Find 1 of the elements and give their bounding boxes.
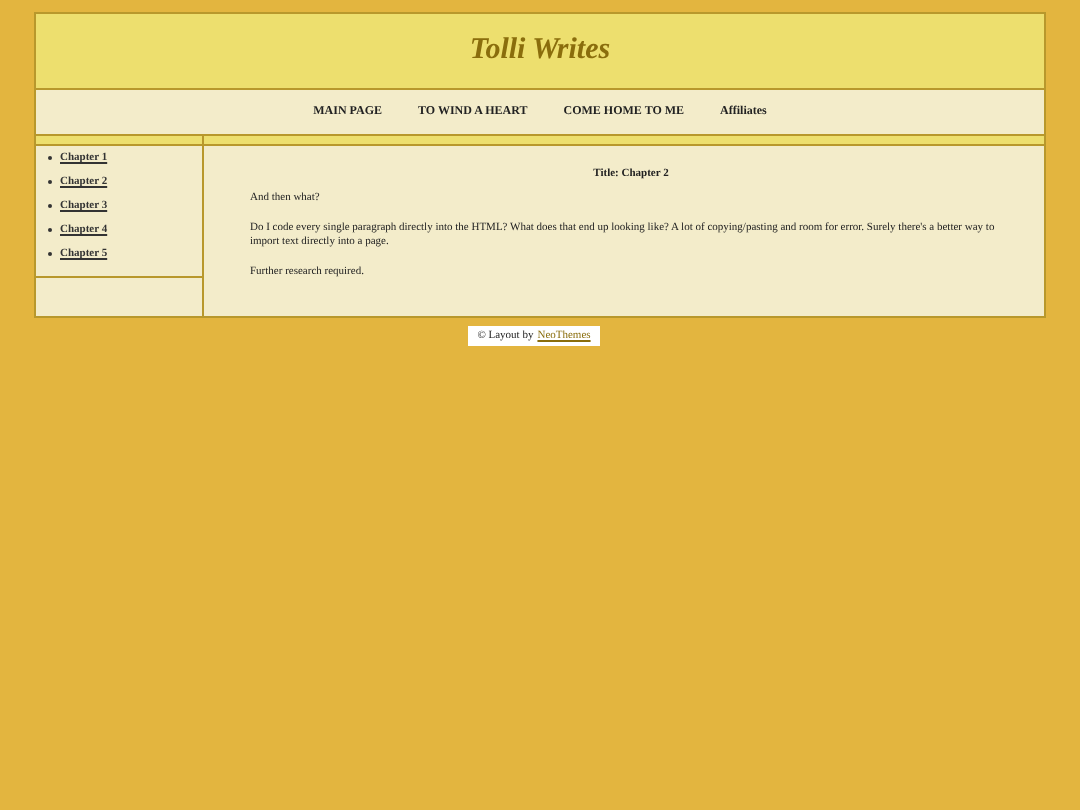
site-title: Tolli Writes: [469, 34, 611, 68]
